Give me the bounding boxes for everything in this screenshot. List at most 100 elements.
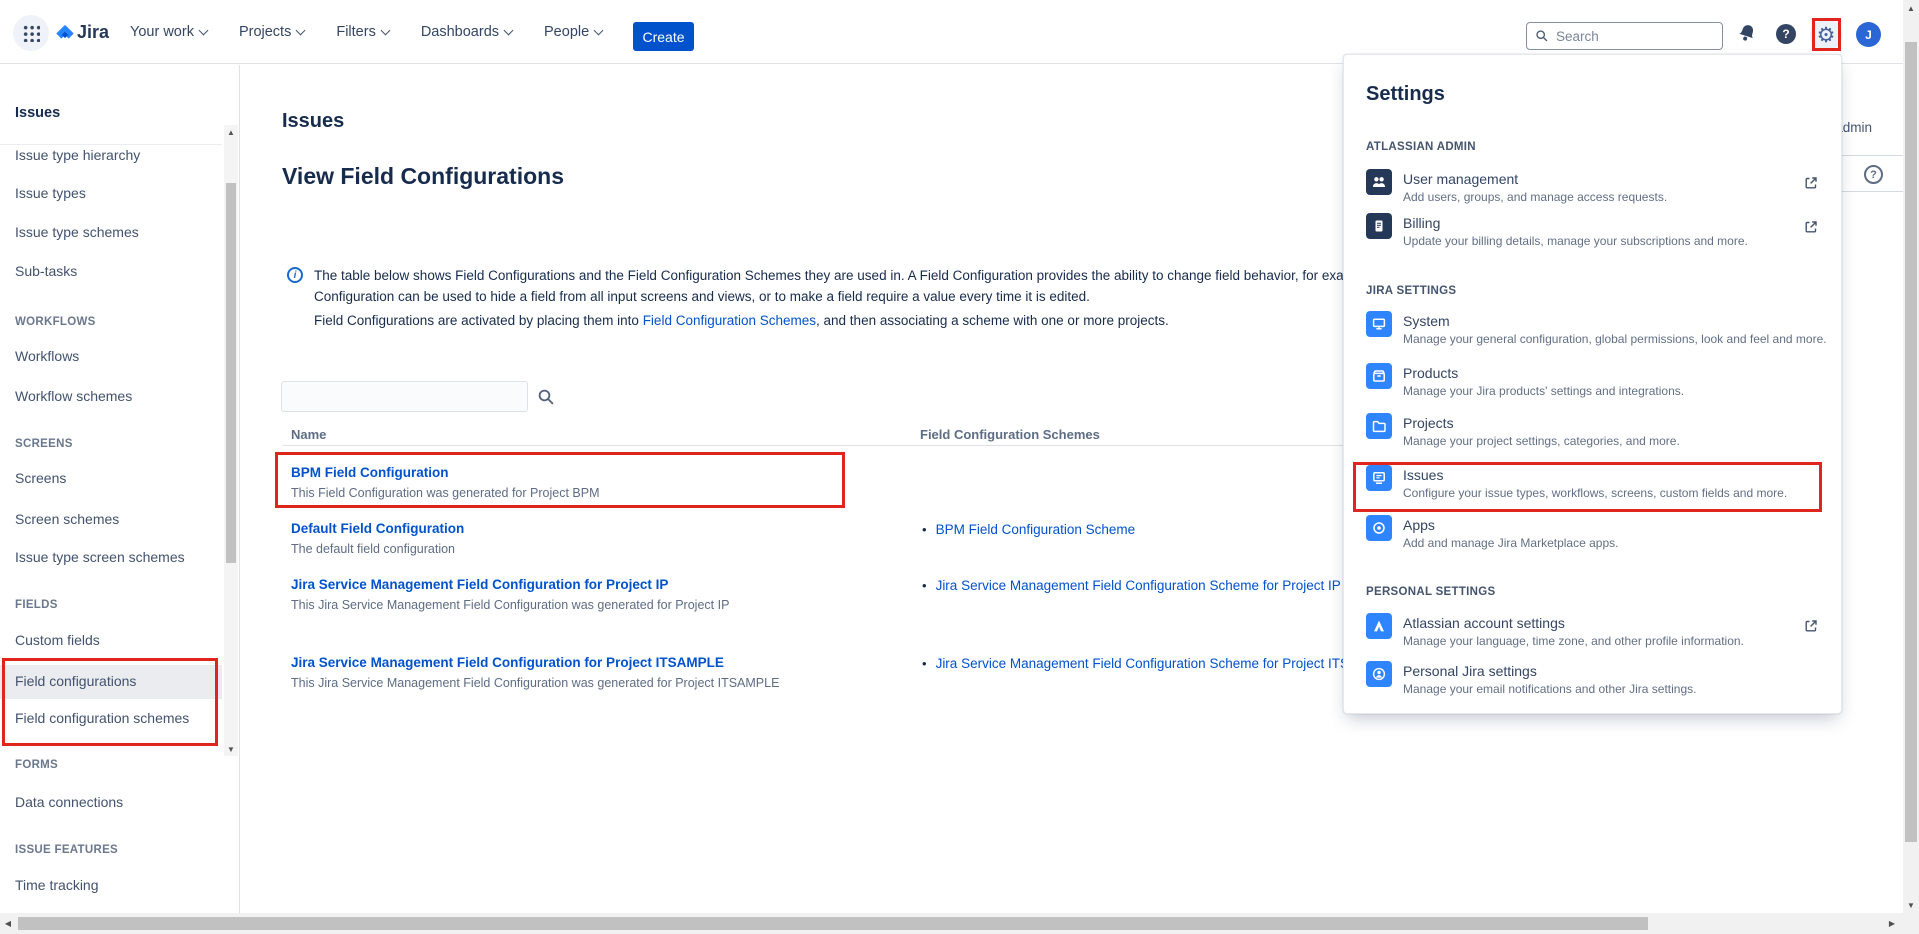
sidebar-item-sub-tasks[interactable]: Sub-tasks [15, 263, 77, 279]
menu-item-issues[interactable]: Issues [1403, 467, 1443, 483]
menu-item-personal-jira-settings[interactable]: Personal Jira settings [1403, 663, 1537, 679]
field-config-desc: The default field configuration [291, 542, 455, 556]
external-link-icon [1804, 619, 1818, 633]
help-icon[interactable]: ? [1776, 24, 1796, 44]
vertical-scrollbar-thumb[interactable] [1905, 42, 1917, 842]
field-config-link-jsm-ip[interactable]: Jira Service Management Field Configurat… [291, 577, 668, 592]
sidebar-item-custom-fields[interactable]: Custom fields [15, 632, 100, 648]
sidebar-item-time-tracking[interactable]: Time tracking [15, 877, 99, 893]
column-header-name: Name [291, 427, 326, 442]
settings-gear-button[interactable]: ⚙ [1810, 19, 1842, 51]
menu-item-desc: Manage your general configuration, globa… [1403, 332, 1827, 346]
menu-item-desc: Add users, groups, and manage access req… [1403, 190, 1667, 204]
help-question-icon[interactable]: ? [1864, 165, 1883, 184]
primary-nav: Your work Projects Filters Dashboards Pe… [130, 0, 680, 64]
menu-item-desc: Add and manage Jira Marketplace apps. [1403, 536, 1618, 550]
scheme-link[interactable]: BPM Field Configuration Scheme [936, 522, 1136, 537]
field-config-link-jsm-itsample[interactable]: Jira Service Management Field Configurat… [291, 655, 724, 670]
scheme-link[interactable]: Jira Service Management Field Configurat… [936, 656, 1395, 671]
menu-item-billing[interactable]: Billing [1403, 215, 1440, 231]
sidebar-item-field-configurations[interactable]: Field configurations [15, 673, 136, 689]
field-config-desc: This Field Configuration was generated f… [291, 486, 599, 500]
sidebar-section-forms: FORMS [15, 759, 58, 771]
nav-projects[interactable]: Projects [239, 24, 304, 40]
sidebar-item-issue-type-hierarchy[interactable]: Issue type hierarchy [15, 147, 140, 163]
avatar[interactable]: J [1856, 22, 1881, 47]
global-search [1526, 22, 1723, 50]
menu-item-desc: Manage your project settings, categories… [1403, 434, 1680, 448]
nav-your-work[interactable]: Your work [130, 24, 207, 40]
filter-search-icon[interactable] [537, 388, 556, 407]
sidebar-item-issue-type-screen-schemes[interactable]: Issue type screen schemes [15, 549, 185, 565]
chevron-down-icon [380, 25, 390, 35]
scheme-cell: •BPM Field Configuration Scheme [922, 521, 1135, 539]
billing-icon [1366, 213, 1392, 239]
search-input[interactable] [1556, 29, 1696, 44]
sidebar-item-data-connections[interactable]: Data connections [15, 794, 123, 810]
sidebar-item-screens[interactable]: Screens [15, 470, 66, 486]
admin-sidebar: Issues Issue type hierarchy Issue types … [0, 65, 240, 913]
column-header-schemes: Field Configuration Schemes [920, 427, 1100, 442]
sidebar-section-screens: SCREENS [15, 438, 73, 450]
menu-item-system[interactable]: System [1403, 313, 1450, 329]
app-grid-icon[interactable] [22, 24, 40, 42]
scheme-cell: • Jira Service Management Field Configura… [922, 577, 1341, 595]
field-config-link-bpm[interactable]: BPM Field Configuration [291, 465, 449, 480]
sidebar-scroll-down-arrow[interactable]: ▼ [224, 742, 238, 756]
scroll-up-arrow[interactable]: ▲ [1903, 0, 1919, 16]
bullet-icon: • [922, 656, 927, 671]
vertical-scrollbar[interactable]: ▲ ▼ [1903, 0, 1919, 913]
nav-filters[interactable]: Filters [336, 24, 388, 40]
sidebar-section-issue-features: ISSUE FEATURES [15, 844, 118, 856]
sidebar-heading: Issues [15, 105, 60, 121]
personal-jira-settings-icon [1366, 661, 1392, 687]
sidebar-item-workflow-schemes[interactable]: Workflow schemes [15, 388, 132, 404]
products-icon [1366, 363, 1392, 389]
chevron-down-icon [199, 25, 209, 35]
nav-dashboards[interactable]: Dashboards [421, 24, 512, 40]
apps-icon [1366, 515, 1392, 541]
menu-item-apps[interactable]: Apps [1403, 517, 1435, 533]
field-configuration-schemes-link[interactable]: Field Configuration Schemes [643, 313, 816, 328]
page-title: Issues [282, 110, 344, 133]
settings-panel-title: Settings [1366, 83, 1445, 106]
menu-item-products[interactable]: Products [1403, 365, 1458, 381]
scroll-left-arrow[interactable]: ◀ [0, 915, 16, 931]
jira-logo-icon[interactable] [54, 23, 76, 45]
scheme-link[interactable]: Jira Service Management Field Configurat… [936, 578, 1341, 593]
scroll-right-arrow[interactable]: ▶ [1884, 915, 1900, 931]
notifications-bell-icon[interactable] [1734, 20, 1759, 45]
menu-item-projects[interactable]: Projects [1403, 415, 1454, 431]
sidebar-item-screen-schemes[interactable]: Screen schemes [15, 511, 119, 527]
settings-dropdown-panel: Settings ATLASSIAN ADMIN User management… [1343, 54, 1842, 714]
sidebar-scroll-up-arrow[interactable]: ▲ [224, 125, 238, 139]
horizontal-scrollbar-thumb[interactable] [18, 917, 1648, 930]
sidebar-divider [0, 144, 222, 145]
menu-item-atlassian-account-settings[interactable]: Atlassian account settings [1403, 615, 1565, 631]
sidebar-scrollbar-thumb[interactable] [226, 183, 236, 563]
menu-item-desc: Manage your language, time zone, and oth… [1403, 634, 1744, 648]
info-paragraph-line1: The table below shows Field Configuratio… [314, 268, 1417, 283]
scheme-cell: • Jira Service Management Field Configura… [922, 655, 1395, 673]
projects-icon [1366, 413, 1392, 439]
field-config-link-default[interactable]: Default Field Configuration [291, 521, 464, 536]
sidebar-item-field-configuration-schemes[interactable]: Field configuration schemes [15, 710, 189, 726]
bullet-icon: • [922, 578, 927, 593]
chevron-down-icon [594, 25, 604, 35]
scroll-down-arrow[interactable]: ▼ [1903, 897, 1919, 913]
filter-input[interactable] [281, 381, 528, 412]
section-label-personal-settings: PERSONAL SETTINGS [1366, 586, 1496, 598]
info-paragraph-line2: Configuration can be used to hide a fiel… [314, 289, 1090, 304]
sidebar-item-issue-types[interactable]: Issue types [15, 185, 86, 201]
chevron-down-icon [296, 25, 306, 35]
jira-admin-page: Jira Your work Projects Filters Dashboar… [0, 0, 1919, 934]
sidebar-section-fields: FIELDS [15, 599, 58, 611]
atlassian-account-icon [1366, 613, 1392, 639]
create-button[interactable]: Create [633, 22, 694, 51]
sidebar-item-issue-type-schemes[interactable]: Issue type schemes [15, 224, 139, 240]
sidebar-item-workflows[interactable]: Workflows [15, 348, 79, 364]
system-icon [1366, 311, 1392, 337]
nav-people[interactable]: People [544, 24, 602, 40]
menu-item-user-management[interactable]: User management [1403, 171, 1518, 187]
horizontal-scrollbar[interactable]: ◀ ▶ [0, 913, 1919, 934]
